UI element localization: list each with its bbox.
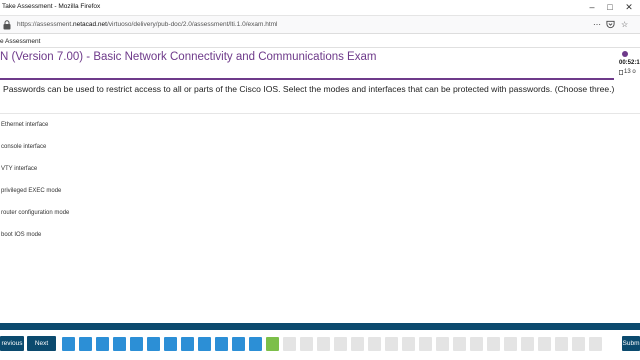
question-divider <box>0 113 640 114</box>
answer-option[interactable]: privileged EXEC mode <box>1 188 61 194</box>
title-divider <box>0 78 614 80</box>
minimize-icon[interactable]: – <box>585 1 599 14</box>
answer-option[interactable]: router configuration mode <box>1 210 69 216</box>
page-header-label: e Assessment <box>0 38 41 45</box>
question-nav-box[interactable] <box>283 337 296 351</box>
question-nav-box[interactable] <box>249 337 262 351</box>
question-nav-box[interactable] <box>300 337 313 351</box>
question-nav-box[interactable] <box>181 337 194 351</box>
question-nav-box[interactable] <box>368 337 381 351</box>
timer-panel: 00:52:1 13 o <box>618 50 640 80</box>
question-nav-box[interactable] <box>453 337 466 351</box>
answer-option[interactable]: console interface <box>1 144 46 150</box>
answer-option[interactable]: boot IOS mode <box>1 232 41 238</box>
page-actions-icon[interactable]: ⋯ <box>593 19 601 31</box>
question-nav-box[interactable] <box>487 337 500 351</box>
question-nav-box[interactable] <box>232 337 245 351</box>
address-bar[interactable]: https://assessment.netacad.net/virtuoso/… <box>0 16 640 34</box>
question-nav-box[interactable] <box>266 337 279 351</box>
question-nav-box[interactable] <box>62 337 75 351</box>
previous-button[interactable]: revious <box>0 336 24 351</box>
exam-title: N (Version 7.00) - Basic Network Connect… <box>0 51 377 63</box>
question-nav-box[interactable] <box>470 337 483 351</box>
question-nav-box[interactable] <box>538 337 551 351</box>
question-nav-box[interactable] <box>147 337 160 351</box>
bookmark-star-icon[interactable]: ☆ <box>621 19 628 31</box>
window-titlebar: Take Assessment - Mozilla Firefox – □ ✕ <box>0 0 640 16</box>
url-suffix: /virtuoso/delivery/pub-doc/2.0/assessmen… <box>106 21 278 28</box>
close-icon[interactable]: ✕ <box>622 1 636 14</box>
url-domain: netacad.net <box>73 21 107 28</box>
question-count: 13 o <box>619 69 636 75</box>
url-prefix: https://assessment. <box>17 21 73 28</box>
question-nav-box[interactable] <box>436 337 449 351</box>
exam-footer: revious Next Subm <box>0 323 640 360</box>
maximize-icon[interactable]: □ <box>603 1 617 14</box>
lock-icon <box>3 20 11 30</box>
pocket-icon[interactable] <box>606 20 615 29</box>
question-text: Passwords can be used to restrict access… <box>3 84 615 94</box>
question-nav-box[interactable] <box>334 337 347 351</box>
question-nav-box[interactable] <box>215 337 228 351</box>
question-nav-box[interactable] <box>164 337 177 351</box>
question-count-text: 13 o <box>624 69 636 75</box>
answer-option[interactable]: Ethernet interface <box>1 122 48 128</box>
question-nav-box[interactable] <box>130 337 143 351</box>
window-title: Take Assessment - Mozilla Firefox <box>2 3 101 10</box>
next-button[interactable]: Next <box>27 336 56 351</box>
question-nav-box[interactable] <box>198 337 211 351</box>
url-text[interactable]: https://assessment.netacad.net/virtuoso/… <box>17 21 278 28</box>
question-nav-box[interactable] <box>419 337 432 351</box>
answer-option[interactable]: VTY interface <box>1 166 37 172</box>
question-nav-box[interactable] <box>79 337 92 351</box>
question-nav-box[interactable] <box>113 337 126 351</box>
question-nav-box[interactable] <box>402 337 415 351</box>
page-header: e Assessment <box>0 34 640 48</box>
footer-band <box>0 323 640 330</box>
submit-button[interactable]: Subm <box>622 336 640 351</box>
question-nav-box[interactable] <box>96 337 109 351</box>
question-nav-box[interactable] <box>504 337 517 351</box>
timer-value: 00:52:1 <box>619 60 640 66</box>
timer-indicator-icon <box>622 51 628 57</box>
question-nav-box[interactable] <box>572 337 585 351</box>
document-icon <box>619 70 623 75</box>
question-nav-box[interactable] <box>385 337 398 351</box>
question-nav-box[interactable] <box>317 337 330 351</box>
question-nav-box[interactable] <box>555 337 568 351</box>
question-nav-box[interactable] <box>351 337 364 351</box>
question-nav-box[interactable] <box>589 337 602 351</box>
question-nav-box[interactable] <box>521 337 534 351</box>
